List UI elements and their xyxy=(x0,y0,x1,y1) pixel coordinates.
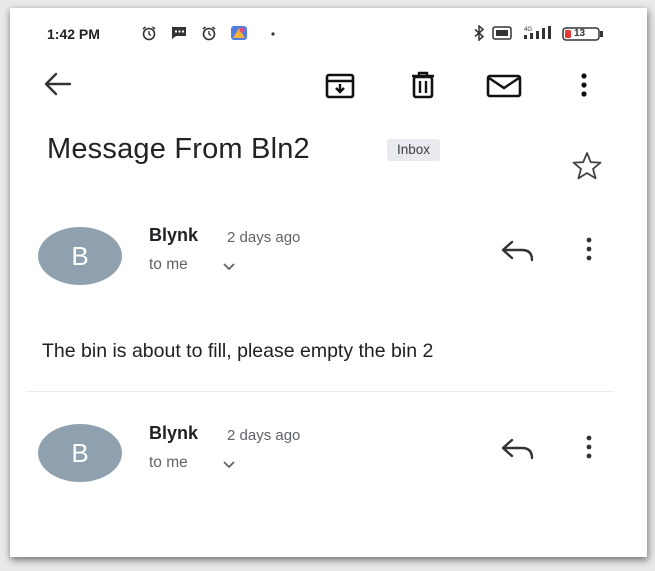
inbox-label-chip[interactable]: Inbox xyxy=(387,139,441,161)
avatar[interactable]: B xyxy=(38,227,122,285)
chevron-down-icon[interactable] xyxy=(222,460,236,470)
chevron-down-icon[interactable] xyxy=(222,262,236,272)
message-date: 2 days ago xyxy=(227,427,301,444)
svg-text:4G: 4G xyxy=(524,27,532,33)
status-time: 1:42 PM xyxy=(47,26,100,42)
message-divider xyxy=(26,391,614,392)
battery-icon: 13 xyxy=(562,27,603,41)
recipient-toggle[interactable]: to me xyxy=(149,256,188,274)
alarm-icon-2 xyxy=(202,26,216,41)
delete-icon[interactable] xyxy=(408,71,438,99)
avatar[interactable]: B xyxy=(38,424,122,482)
reply-icon[interactable] xyxy=(500,436,536,462)
app-icon xyxy=(231,26,247,40)
battery-level: 13 xyxy=(574,28,586,39)
sender-name: Blynk xyxy=(149,423,199,443)
message-body: The bin is about to fill, please empty t… xyxy=(42,340,434,362)
dot-icon xyxy=(271,32,275,36)
reply-icon[interactable] xyxy=(500,238,536,264)
message-more-icon[interactable] xyxy=(582,434,596,460)
signal-icon: 4G xyxy=(524,26,551,39)
star-icon[interactable] xyxy=(571,150,603,182)
message-date: 2 days ago xyxy=(227,229,301,246)
more-vert-icon[interactable] xyxy=(576,70,592,100)
message-more-icon[interactable] xyxy=(582,236,596,262)
bluetooth-icon xyxy=(474,25,485,41)
mail-icon[interactable] xyxy=(486,73,522,99)
sender-name: Blynk xyxy=(149,225,199,245)
back-arrow-icon[interactable] xyxy=(42,70,74,98)
archive-icon[interactable] xyxy=(324,72,356,100)
vo-lte-icon xyxy=(492,26,512,40)
message-icon xyxy=(172,27,186,39)
recipient-toggle[interactable]: to me xyxy=(149,454,188,472)
alarm-icon xyxy=(142,26,156,41)
email-subject: Message From Bln2 xyxy=(47,133,310,165)
